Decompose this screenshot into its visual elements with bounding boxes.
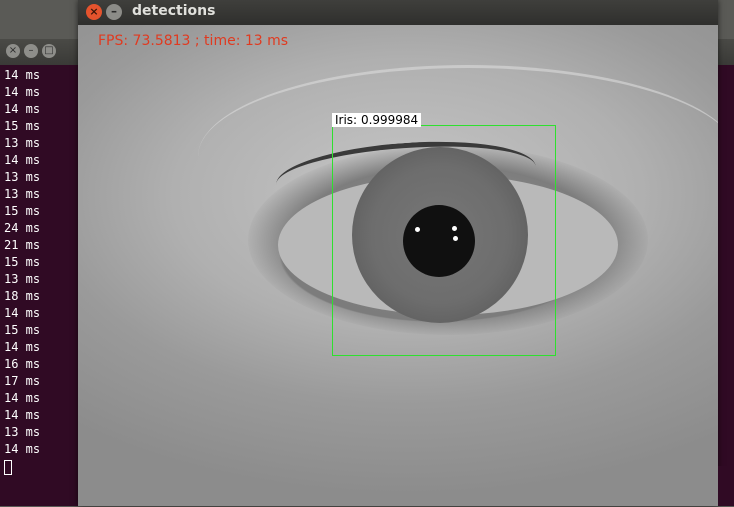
- terminal-line: 14 ms: [4, 85, 41, 99]
- maximize-icon[interactable]: □: [42, 44, 56, 58]
- terminal-line: 14 ms: [4, 68, 41, 82]
- terminal-cursor: [4, 460, 12, 475]
- terminal-line: 13 ms: [4, 170, 41, 184]
- detections-titlebar: × – detections: [78, 0, 718, 25]
- terminal-line: 14 ms: [4, 340, 41, 354]
- terminal-line: 21 ms: [4, 238, 41, 252]
- terminal-edge: [718, 466, 734, 506]
- terminal-line: 18 ms: [4, 289, 41, 303]
- close-icon[interactable]: ×: [6, 44, 20, 58]
- terminal-line: 15 ms: [4, 255, 41, 269]
- terminal-line: 15 ms: [4, 323, 41, 337]
- terminal-line: 13 ms: [4, 425, 41, 439]
- terminal-line: 16 ms: [4, 357, 41, 371]
- minimize-button[interactable]: –: [106, 4, 122, 20]
- terminal-line: 15 ms: [4, 119, 41, 133]
- detection-score: 0.999984: [360, 113, 419, 127]
- terminal-line: 14 ms: [4, 306, 41, 320]
- terminal-line: 14 ms: [4, 408, 41, 422]
- detection-label: Iris: 0.999984: [332, 113, 422, 127]
- minimize-icon[interactable]: –: [24, 44, 38, 58]
- terminal-line: 17 ms: [4, 374, 41, 388]
- terminal-line: 14 ms: [4, 102, 41, 116]
- window-title: detections: [132, 3, 216, 19]
- close-button[interactable]: ×: [86, 4, 102, 20]
- detection-class: Iris:: [335, 113, 358, 127]
- detections-window: × – detections FPS: 73.5813 ; time: 13 m…: [78, 0, 718, 506]
- terminal-line: 13 ms: [4, 136, 41, 150]
- terminal-line: 13 ms: [4, 272, 41, 286]
- iris-bounding-box: [332, 125, 556, 356]
- terminal-line: 14 ms: [4, 153, 41, 167]
- terminal-line: 24 ms: [4, 221, 41, 235]
- fps-overlay: FPS: 73.5813 ; time: 13 ms: [98, 33, 289, 49]
- terminal-line: 14 ms: [4, 391, 41, 405]
- camera-frame: FPS: 73.5813 ; time: 13 ms Iris: 0.99998…: [78, 25, 718, 506]
- terminal-output: 14 ms 14 ms 14 ms 15 ms 13 ms 14 ms 13 ms 13 ms…: [4, 67, 84, 507]
- terminal-line: 15 ms: [4, 204, 41, 218]
- terminal-line: 13 ms: [4, 187, 41, 201]
- terminal-line: 14 ms: [4, 442, 41, 456]
